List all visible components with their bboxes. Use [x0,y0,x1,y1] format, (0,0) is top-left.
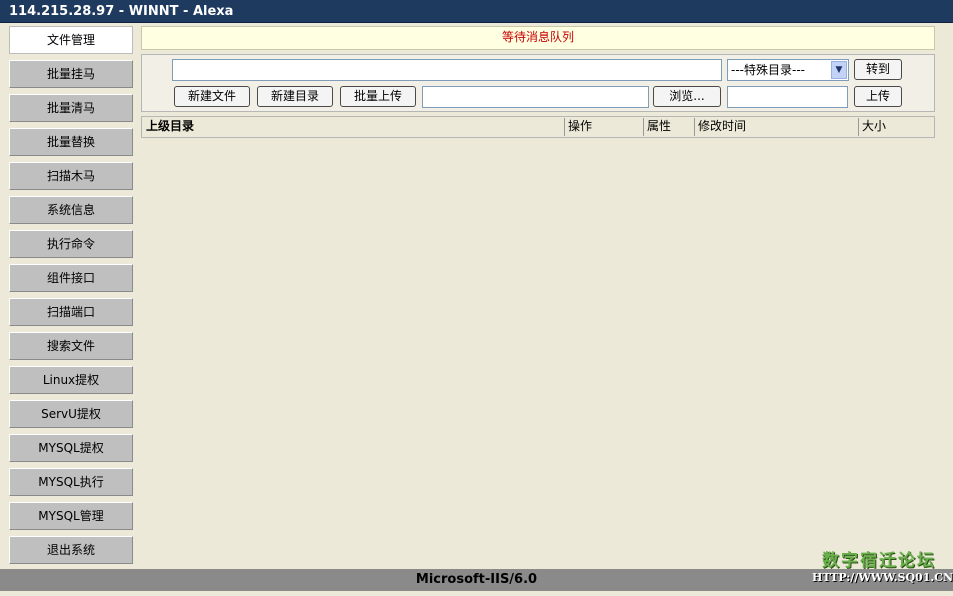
column-size: 大小 [858,118,932,136]
sidebar-item-batch-replace[interactable]: 批量替换 [9,128,133,156]
sidebar-item-search-files[interactable]: 搜索文件 [9,332,133,360]
upload-file-input[interactable] [422,86,649,108]
browse-button[interactable]: 浏览... [653,86,721,107]
sidebar-item-mysql-exec[interactable]: MYSQL执行 [9,468,133,496]
sidebar-item-batch-clean[interactable]: 批量清马 [9,94,133,122]
batch-upload-button[interactable]: 批量上传 [340,86,416,107]
sidebar-item-exec-command[interactable]: 执行命令 [9,230,133,258]
new-file-button[interactable]: 新建文件 [174,86,250,107]
sidebar-item-mysql-privesc[interactable]: MYSQL提权 [9,434,133,462]
chevron-down-icon[interactable]: ▼ [831,61,847,79]
new-dir-button[interactable]: 新建目录 [257,86,333,107]
sidebar-item-file-manager[interactable]: 文件管理 [9,26,133,54]
upload-button[interactable]: 上传 [854,86,902,107]
sidebar-item-mysql-manage[interactable]: MYSQL管理 [9,502,133,530]
upload-name-input[interactable] [727,86,848,108]
column-modified-time: 修改时间 [694,118,858,136]
column-attributes: 属性 [643,118,694,136]
file-table-header: 上级目录 操作 属性 修改时间 大小 [141,116,935,138]
server-status-bar: Microsoft-IIS/6.0 [0,569,953,591]
sidebar-item-servu-privesc[interactable]: ServU提权 [9,400,133,428]
goto-button[interactable]: 转到 [854,59,902,80]
special-dir-selected: ---特殊目录--- [731,63,805,77]
sidebar-item-components[interactable]: 组件接口 [9,264,133,292]
sidebar-item-scan-ports[interactable]: 扫描端口 [9,298,133,326]
sidebar-item-logout[interactable]: 退出系统 [9,536,133,564]
sidebar-nav: 文件管理 批量挂马 批量清马 批量替换 扫描木马 系统信息 执行命令 组件接口 … [9,26,133,570]
column-operation: 操作 [564,118,643,136]
sidebar-item-linux-privesc[interactable]: Linux提权 [9,366,133,394]
watermark-title: 数字宿迁论坛 [822,551,936,571]
path-input[interactable] [172,59,722,81]
parent-dir-link[interactable]: 上级目录 [143,118,564,136]
sidebar-item-batch-inject[interactable]: 批量挂马 [9,60,133,88]
sidebar-item-system-info[interactable]: 系统信息 [9,196,133,224]
file-toolbar: ---特殊目录--- ▼ 转到 新建文件 新建目录 批量上传 浏览... 上传 [141,54,935,112]
message-queue-bar: 等待消息队列 [141,26,935,50]
special-dir-select[interactable]: ---特殊目录--- ▼ [727,59,849,81]
sidebar-item-scan-trojan[interactable]: 扫描木马 [9,162,133,190]
forum-watermark: 数字宿迁论坛 HTTP://WWW.SQ01.CN [812,551,953,589]
watermark-url: HTTP://WWW.SQ01.CN [812,571,953,584]
window-title: 114.215.28.97 - WINNT - Alexa [0,0,953,23]
